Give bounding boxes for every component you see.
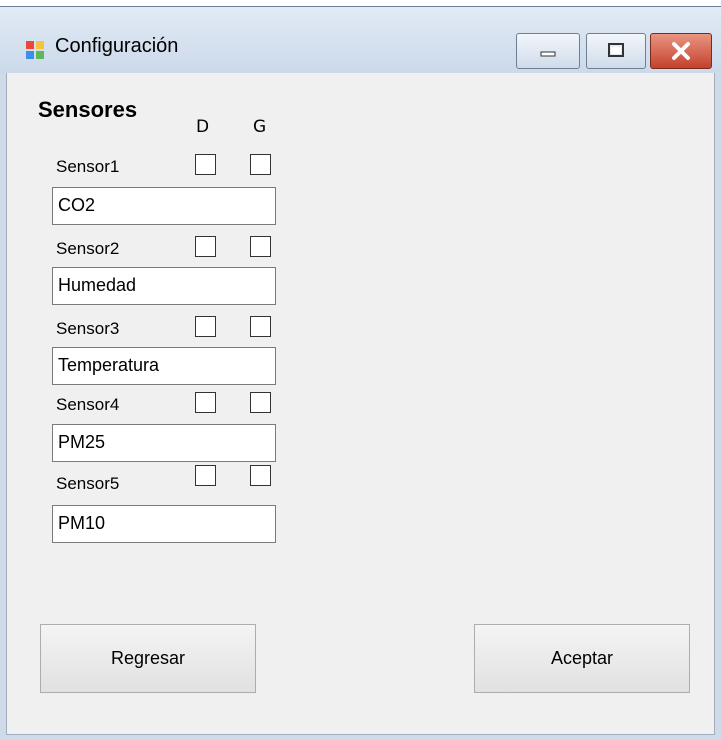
close-icon <box>672 42 690 60</box>
sensor2-d-checkbox[interactable] <box>195 236 216 257</box>
sensor2-input[interactable]: Humedad <box>52 267 276 305</box>
close-button[interactable] <box>650 33 712 69</box>
minimize-button[interactable] <box>516 33 580 69</box>
sensor4-d-checkbox[interactable] <box>195 392 216 413</box>
sensor1-d-checkbox[interactable] <box>195 154 216 175</box>
sensor3-input[interactable]: Temperatura <box>52 347 276 385</box>
sensor5-input[interactable]: PM10 <box>52 505 276 543</box>
sensor2-g-checkbox[interactable] <box>250 236 271 257</box>
minimize-icon <box>540 51 556 57</box>
accept-button[interactable]: Aceptar <box>474 624 690 693</box>
title-bar[interactable]: Configuración <box>0 7 721 73</box>
sensor4-g-checkbox[interactable] <box>250 392 271 413</box>
section-heading: Sensores <box>38 97 138 122</box>
sensor5-d-checkbox[interactable] <box>195 465 216 486</box>
sensor3-d-checkbox[interactable] <box>195 316 216 337</box>
maximize-button[interactable] <box>586 33 646 69</box>
maximize-icon <box>608 43 624 57</box>
sensor1-label: Sensor1 <box>56 157 120 176</box>
configuration-window: Configuración Sensores D G Sensor1 CO2 S… <box>0 6 721 740</box>
sensor5-g-checkbox[interactable] <box>250 465 271 486</box>
sensor5-label: Sensor5 <box>56 474 120 493</box>
window-title: Configuración <box>55 35 179 57</box>
sensor2-label: Sensor2 <box>56 239 120 258</box>
client-area: Sensores D G Sensor1 CO2 Sensor2 Humedad… <box>6 73 715 735</box>
sensor1-g-checkbox[interactable] <box>250 154 271 175</box>
sensor3-label: Sensor3 <box>56 319 120 338</box>
sensor1-input[interactable]: CO2 <box>52 187 276 225</box>
column-header-d: D <box>196 117 210 137</box>
app-icon <box>26 41 44 59</box>
sensor3-g-checkbox[interactable] <box>250 316 271 337</box>
column-header-g: G <box>253 117 267 137</box>
sensor4-input[interactable]: PM25 <box>52 424 276 462</box>
back-button[interactable]: Regresar <box>40 624 256 693</box>
sensor4-label: Sensor4 <box>56 395 120 414</box>
